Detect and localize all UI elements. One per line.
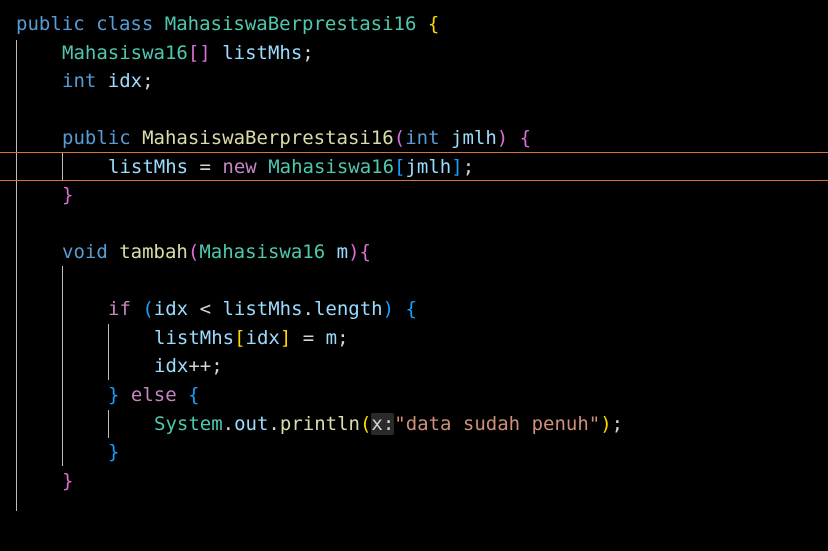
code-token: [] [187, 42, 211, 64]
code-line[interactable]: idx++; [0, 352, 828, 380]
code-token: { [427, 13, 440, 35]
code-token: if [108, 298, 131, 320]
code-token: ; [611, 413, 624, 435]
code-line[interactable]: public class MahasiswaBerprestasi16 { [0, 10, 828, 38]
code-token: listMhs [222, 42, 303, 64]
code-line[interactable]: System.out.println(x:"data sudah penuh")… [0, 410, 828, 438]
code-token: < [188, 298, 223, 320]
code-token: ++; [188, 355, 223, 377]
code-line[interactable]: } else { [0, 381, 828, 409]
code-token: idx [154, 355, 189, 377]
code-token: tambah [119, 241, 188, 263]
code-token: System [154, 413, 223, 435]
code-token: { [359, 241, 371, 263]
code-line[interactable]: int idx; [0, 67, 828, 95]
code-token: println [279, 413, 360, 435]
code-token: ( [142, 298, 154, 320]
code-token: public [16, 13, 85, 35]
code-line[interactable]: if (idx < listMhs.length) { [0, 295, 828, 323]
code-token: ( [359, 413, 372, 435]
code-token: listMhs [154, 327, 235, 349]
code-line[interactable]: } [0, 467, 828, 495]
code-line[interactable]: listMhs[idx] = m; [0, 324, 828, 352]
code-editor[interactable]: public class MahasiswaBerprestasi16 { Ma… [0, 0, 828, 511]
code-token: { [405, 298, 417, 320]
code-token: MahasiswaBerprestasi16 [164, 13, 417, 35]
code-token: class [96, 13, 154, 35]
code-token: out [234, 413, 269, 435]
code-token: ) [496, 127, 509, 149]
code-token: m [336, 241, 349, 263]
code-token: idx [107, 70, 143, 92]
code-token: = [188, 156, 223, 178]
code-token: void [62, 241, 108, 263]
code-token: listMhs [108, 156, 189, 178]
code-token: [ [234, 327, 246, 349]
code-token: { [519, 127, 532, 149]
code-line[interactable]: public MahasiswaBerprestasi16(int jmlh) … [0, 124, 828, 152]
code-token: ] [451, 156, 463, 178]
code-token: int [62, 70, 97, 92]
code-token: ] [279, 327, 292, 349]
code-token: . [268, 413, 280, 435]
code-token: . [222, 413, 235, 435]
code-token: ; [302, 42, 314, 64]
code-token: jmlh [405, 156, 452, 178]
code-token: public [62, 127, 131, 149]
code-token: } [108, 441, 120, 463]
code-token: "data sudah penuh" [394, 413, 601, 435]
code-token: . [302, 298, 314, 320]
code-token: ( [187, 241, 200, 263]
code-token: length [313, 298, 383, 320]
code-token: ; [142, 70, 154, 92]
code-token: ) [600, 413, 612, 435]
code-token: ; [337, 327, 349, 349]
code-token: listMhs [222, 298, 303, 320]
code-token: int [405, 127, 440, 149]
code-token: } [108, 384, 120, 406]
code-token: } [62, 470, 74, 492]
code-token: = [291, 327, 326, 349]
code-token: jmlh [451, 127, 497, 149]
code-token: Mahasiswa16 [62, 42, 188, 64]
code-token: Mahasiswa16 [199, 241, 326, 263]
code-line[interactable]: } [0, 181, 828, 209]
parameter-hint: x: [371, 413, 395, 435]
code-token: else [130, 384, 177, 406]
code-token: [ [394, 156, 406, 178]
code-line[interactable]: } [0, 438, 828, 466]
code-line[interactable]: void tambah(Mahasiswa16 m){ [0, 238, 828, 266]
code-token: ) [348, 241, 360, 263]
code-token: Mahasiswa16 [268, 156, 395, 178]
code-token: MahasiswaBerprestasi16 [142, 127, 394, 149]
code-token: ) [382, 298, 395, 320]
code-token: idx [153, 298, 189, 320]
code-token: idx [245, 327, 280, 349]
code-token: { [188, 384, 200, 406]
code-token: } [62, 184, 74, 206]
code-token: ( [393, 127, 406, 149]
code-token: ; [462, 156, 475, 178]
code-line[interactable]: Mahasiswa16[] listMhs; [0, 39, 828, 67]
code-token: m [325, 327, 338, 349]
code-token: new [222, 156, 257, 178]
current-code-line[interactable]: listMhs = new Mahasiswa16[jmlh]; [0, 152, 828, 181]
